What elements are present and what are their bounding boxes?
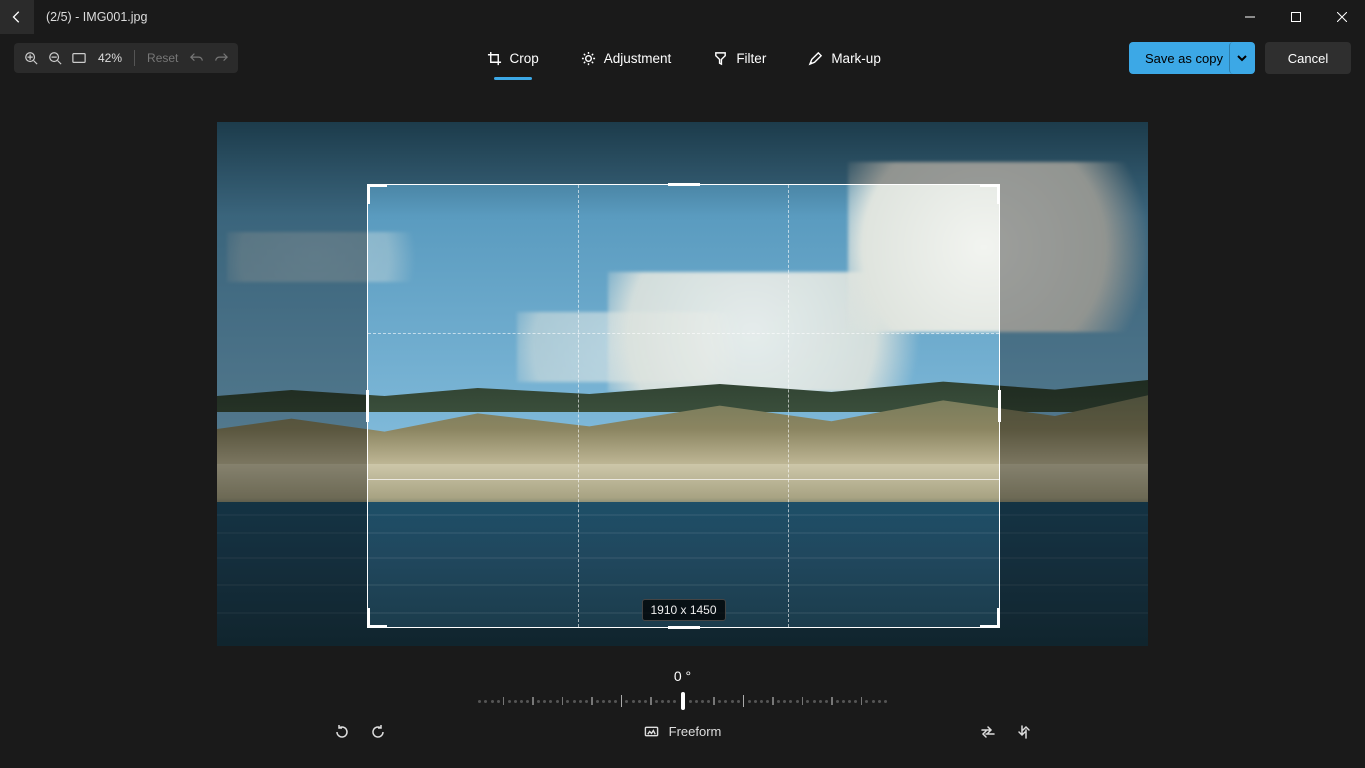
tab-markup-label: Mark-up <box>831 51 881 66</box>
rotate-cw-button[interactable] <box>369 723 387 741</box>
divider <box>134 50 135 66</box>
save-button[interactable]: Save as copy <box>1129 42 1239 74</box>
image-canvas[interactable] <box>217 122 1148 646</box>
tab-adjustment[interactable]: Adjustment <box>577 45 676 72</box>
cancel-button[interactable]: Cancel <box>1265 42 1351 74</box>
redo-button[interactable] <box>210 47 232 69</box>
zoom-percent[interactable]: 42% <box>92 51 128 65</box>
bottom-row: Freeform <box>323 724 1043 739</box>
rotation-angle: 0 ° <box>674 668 691 684</box>
zoom-toolbar: 42% Reset <box>14 43 238 73</box>
titlebar: (2/5) - IMG001.jpg <box>0 0 1365 34</box>
minimize-button[interactable] <box>1227 0 1273 34</box>
tab-markup[interactable]: Mark-up <box>804 45 885 72</box>
tab-filter[interactable]: Filter <box>709 45 770 72</box>
tab-filter-label: Filter <box>736 51 766 66</box>
maximize-button[interactable] <box>1273 0 1319 34</box>
aspect-ratio-label: Freeform <box>669 724 722 739</box>
rotation-ruler[interactable] <box>478 692 887 710</box>
editor-tabs: Crop Adjustment Filter Mark-up <box>483 45 885 72</box>
rotate-ccw-button[interactable] <box>333 723 351 741</box>
zoom-out-button[interactable] <box>44 47 66 69</box>
action-buttons: Save as copy Cancel <box>1129 42 1351 74</box>
close-button[interactable] <box>1319 0 1365 34</box>
tab-crop[interactable]: Crop <box>483 45 543 72</box>
flip-vertical-button[interactable] <box>1015 723 1033 741</box>
save-dropdown-button[interactable] <box>1229 42 1255 74</box>
flip-buttons <box>979 723 1033 741</box>
window-title: (2/5) - IMG001.jpg <box>34 10 147 24</box>
bottom-controls: 0 ° Freeform <box>0 668 1365 739</box>
rotation-thumb[interactable] <box>681 692 685 710</box>
back-button[interactable] <box>0 0 34 34</box>
zoom-fit-button[interactable] <box>68 47 90 69</box>
tab-crop-label: Crop <box>510 51 539 66</box>
zoom-in-button[interactable] <box>20 47 42 69</box>
rotate-buttons <box>333 723 387 741</box>
titlebar-left: (2/5) - IMG001.jpg <box>0 0 147 34</box>
photo <box>217 122 1148 646</box>
aspect-ratio-button[interactable]: Freeform <box>644 724 722 739</box>
zoom-reset-button[interactable]: Reset <box>141 51 184 65</box>
toolbar: 42% Reset Crop Adjustment Filter Mark-up… <box>0 34 1365 82</box>
flip-horizontal-button[interactable] <box>979 723 997 741</box>
crop-visible-area <box>368 185 999 627</box>
window-controls <box>1227 0 1365 34</box>
tab-adjustment-label: Adjustment <box>604 51 672 66</box>
undo-button[interactable] <box>186 47 208 69</box>
save-group: Save as copy <box>1129 42 1255 74</box>
